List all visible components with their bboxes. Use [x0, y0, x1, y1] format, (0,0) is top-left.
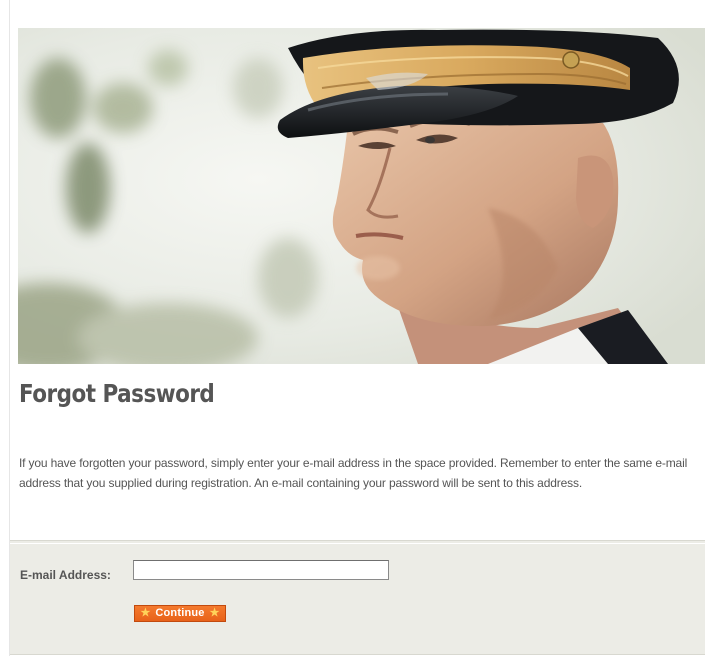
page-title: Forgot Password	[19, 379, 215, 408]
officer-portrait-image	[18, 28, 705, 364]
hero-image	[18, 28, 705, 364]
continue-button[interactable]: ★ Continue ★	[134, 605, 226, 622]
forgot-password-form: E-mail Address: ★ Continue ★	[10, 540, 705, 655]
continue-label: Continue	[155, 607, 205, 619]
star-icon: ★	[140, 607, 151, 619]
star-icon: ★	[209, 607, 220, 619]
email-label: E-mail Address:	[20, 568, 111, 582]
instructions-text: If you have forgotten your password, sim…	[19, 456, 688, 490]
email-input[interactable]	[133, 560, 389, 580]
